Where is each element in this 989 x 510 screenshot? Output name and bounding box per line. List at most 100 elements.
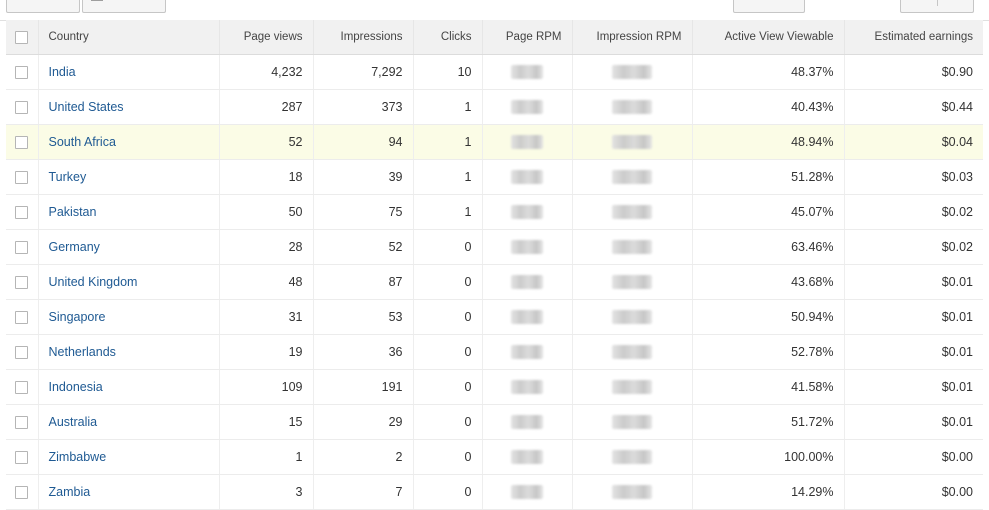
country-link[interactable]: Zimbabwe xyxy=(49,450,107,464)
table-row[interactable]: South Africa 52 94 1 48.94% $0.04 xyxy=(6,124,983,160)
redacted-value xyxy=(511,65,543,80)
country-link[interactable]: South Africa xyxy=(49,135,116,149)
table-row[interactable]: United States 287 373 1 40.43% $0.44 xyxy=(6,89,983,125)
cell-impressions: 39 xyxy=(313,159,414,195)
cell-page-rpm xyxy=(482,474,573,510)
row-checkbox-icon[interactable] xyxy=(15,171,29,185)
country-link[interactable]: United States xyxy=(49,100,124,114)
pagination-buttons[interactable] xyxy=(900,0,974,13)
country-link[interactable]: Pakistan xyxy=(49,205,97,219)
table-row[interactable]: Singapore 31 53 0 50.94% $0.01 xyxy=(6,299,983,335)
country-link[interactable]: Netherlands xyxy=(49,345,116,359)
row-select-cell xyxy=(6,89,39,125)
cell-country[interactable]: Australia xyxy=(38,404,220,440)
select-all-checkbox[interactable] xyxy=(15,30,29,44)
column-header-active-view[interactable]: Active View Viewable xyxy=(692,20,845,55)
column-header-page-rpm[interactable]: Page RPM xyxy=(482,20,573,55)
cell-impressions: 53 xyxy=(313,299,414,335)
column-header-impressions[interactable]: Impressions xyxy=(313,20,414,55)
row-checkbox-icon[interactable] xyxy=(15,101,29,115)
cell-country[interactable]: United Kingdom xyxy=(38,264,220,300)
row-checkbox-icon[interactable] xyxy=(15,66,29,80)
cell-earnings: $0.01 xyxy=(844,404,983,440)
table-row[interactable]: Australia 15 29 0 51.72% $0.01 xyxy=(6,404,983,440)
row-checkbox-icon[interactable] xyxy=(15,311,29,325)
cell-earnings: $0.02 xyxy=(844,229,983,265)
table-row[interactable]: Netherlands 19 36 0 52.78% $0.01 xyxy=(6,334,983,370)
cell-country[interactable]: Indonesia xyxy=(38,369,220,405)
cell-country[interactable]: Turkey xyxy=(38,159,220,195)
country-link[interactable]: Australia xyxy=(49,415,98,429)
cell-page-rpm xyxy=(482,439,573,475)
cell-country[interactable]: Singapore xyxy=(38,299,220,335)
toolbar-dropdown-button[interactable] xyxy=(82,0,166,13)
row-checkbox-icon[interactable] xyxy=(15,276,29,290)
cell-page-rpm xyxy=(482,229,573,265)
cell-impression-rpm xyxy=(572,159,693,195)
cell-country[interactable]: Pakistan xyxy=(38,194,220,230)
table-row[interactable]: Zimbabwe 1 2 0 100.00% $0.00 xyxy=(6,439,983,475)
toolbar-button-right[interactable] xyxy=(733,0,805,13)
row-checkbox-icon[interactable] xyxy=(15,241,29,255)
cell-page-views: 19 xyxy=(219,334,314,370)
cell-impressions: 36 xyxy=(313,334,414,370)
row-select-cell xyxy=(6,369,39,405)
cell-impressions: 87 xyxy=(313,264,414,300)
redacted-value xyxy=(511,310,543,325)
table-row[interactable]: Zambia 3 7 0 14.29% $0.00 xyxy=(6,474,983,510)
country-link[interactable]: Germany xyxy=(49,240,100,254)
cell-country[interactable]: Zambia xyxy=(38,474,220,510)
row-checkbox-icon[interactable] xyxy=(15,206,29,220)
cell-country[interactable]: Netherlands xyxy=(38,334,220,370)
cell-country[interactable]: India xyxy=(38,54,220,90)
cell-active-view: 14.29% xyxy=(692,474,845,510)
table-row[interactable]: United Kingdom 48 87 0 43.68% $0.01 xyxy=(6,264,983,300)
country-link[interactable]: Zambia xyxy=(49,485,91,499)
cell-page-rpm xyxy=(482,369,573,405)
cell-earnings: $0.01 xyxy=(844,299,983,335)
row-checkbox-icon[interactable] xyxy=(15,451,29,465)
redacted-value xyxy=(511,135,543,150)
country-link[interactable]: Singapore xyxy=(49,310,106,324)
cell-clicks: 1 xyxy=(413,124,483,160)
cell-active-view: 52.78% xyxy=(692,334,845,370)
cell-country[interactable]: South Africa xyxy=(38,124,220,160)
row-checkbox-icon[interactable] xyxy=(15,136,29,150)
column-header-earnings[interactable]: Estimated earnings xyxy=(844,20,983,55)
redacted-value xyxy=(612,205,652,220)
table-row[interactable]: Pakistan 50 75 1 45.07% $0.02 xyxy=(6,194,983,230)
row-select-cell xyxy=(6,439,39,475)
column-header-impression-rpm[interactable]: Impression RPM xyxy=(572,20,693,55)
column-header-clicks[interactable]: Clicks xyxy=(413,20,483,55)
table-row[interactable]: Turkey 18 39 1 51.28% $0.03 xyxy=(6,159,983,195)
cell-earnings: $0.00 xyxy=(844,474,983,510)
table-row[interactable]: Indonesia 109 191 0 41.58% $0.01 xyxy=(6,369,983,405)
redacted-value xyxy=(612,345,652,360)
toolbar-button-left[interactable] xyxy=(6,0,80,13)
country-link[interactable]: India xyxy=(49,65,76,79)
row-checkbox-icon[interactable] xyxy=(15,486,29,500)
row-select-cell xyxy=(6,124,39,160)
cell-country[interactable]: Germany xyxy=(38,229,220,265)
row-select-cell xyxy=(6,474,39,510)
cell-earnings: $0.90 xyxy=(844,54,983,90)
country-link[interactable]: United Kingdom xyxy=(49,275,138,289)
country-link[interactable]: Turkey xyxy=(49,170,87,184)
row-select-cell xyxy=(6,299,39,335)
column-header-page-views[interactable]: Page views xyxy=(219,20,314,55)
country-link[interactable]: Indonesia xyxy=(49,380,103,394)
cell-impression-rpm xyxy=(572,299,693,335)
row-checkbox-icon[interactable] xyxy=(15,381,29,395)
cell-clicks: 0 xyxy=(413,474,483,510)
table-row[interactable]: Germany 28 52 0 63.46% $0.02 xyxy=(6,229,983,265)
redacted-value xyxy=(511,415,543,430)
cell-impressions: 7 xyxy=(313,474,414,510)
cell-country[interactable]: Zimbabwe xyxy=(38,439,220,475)
row-checkbox-icon[interactable] xyxy=(15,346,29,360)
cell-earnings: $0.01 xyxy=(844,369,983,405)
column-header-country[interactable]: Country xyxy=(38,20,220,55)
table-row[interactable]: India 4,232 7,292 10 48.37% $0.90 xyxy=(6,54,983,90)
row-checkbox-icon[interactable] xyxy=(15,416,29,430)
cell-impressions: 75 xyxy=(313,194,414,230)
cell-country[interactable]: United States xyxy=(38,89,220,125)
